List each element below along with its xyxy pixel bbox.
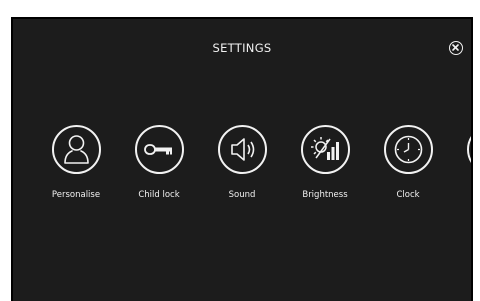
close-icon (452, 44, 459, 51)
brightness-label: Brightness (302, 190, 348, 200)
key-icon (143, 144, 172, 155)
clock-button[interactable] (383, 125, 433, 174)
person-icon (63, 135, 89, 164)
child-lock-button[interactable] (134, 125, 184, 174)
personalise-button[interactable] (51, 125, 101, 174)
sound-label: Sound (228, 190, 256, 200)
personalise-label: Personalise (51, 190, 101, 200)
page-title: SETTINGS (212, 41, 272, 55)
settings-screen: SETTINGS Personalise Child lock Sound Br… (11, 17, 473, 301)
close-button[interactable] (449, 41, 463, 55)
partial-icon (469, 127, 474, 172)
settings-item-brightness[interactable]: Brightness (284, 125, 366, 200)
settings-item-personalise[interactable]: Personalise (35, 125, 117, 200)
child-lock-label: Child lock (138, 190, 180, 200)
brightness-icon (310, 137, 339, 160)
clock-icon (394, 135, 422, 164)
partial-button[interactable] (466, 125, 474, 174)
settings-item-child-lock[interactable]: Child lock (118, 125, 200, 200)
speaker-icon (230, 138, 254, 161)
sound-button[interactable] (217, 125, 267, 174)
clock-label: Clock (396, 190, 420, 200)
settings-item-sound[interactable]: Sound (201, 125, 283, 200)
brightness-button[interactable] (300, 125, 350, 174)
settings-item-partial[interactable] (450, 125, 474, 190)
settings-item-clock[interactable]: Clock (367, 125, 449, 200)
